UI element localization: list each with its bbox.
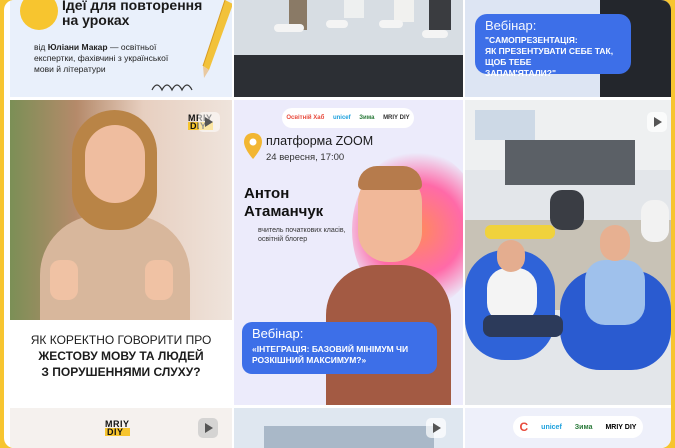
instagram-grid: Ідеї для повторення на уроках від Юліани… [4,0,671,448]
person-hand [50,260,78,300]
person-hair [358,166,422,190]
post-tile-bottom-right[interactable]: C unicef Зима MRIY DIY [465,408,671,448]
partner-logo: Зима [359,115,375,121]
reel-icon[interactable] [426,418,446,438]
partner-logos-bar: C unicef Зима MRIY DIY [513,416,643,438]
partner-logo: Зима [574,423,593,431]
pencil-icon [202,0,232,78]
webinar-title-3: ЗАПАМ'ЯТАЛИ?" [485,68,557,78]
desks [505,140,635,185]
shoe [379,20,403,28]
post-tile-webinar-integration[interactable]: Освітній Хаб unicef Зима MRIY DIY платфо… [234,100,463,405]
shoe [422,30,448,38]
caption-line-1: ЯК КОРЕКТНО ГОВОРИТИ ПРО [30,333,212,347]
webinar-pill: Вебінар: "САМОПРЕЗЕНТАЦІЯ: ЯК ПРЕЗЕНТУВА… [475,14,631,78]
partner-logo: C [519,420,529,434]
author-name: Юліани Макар [47,42,108,52]
caption-line-2: ЖЕСТОВУ МОВУ ТА ЛЮДЕЙ [38,349,204,363]
platform-label: платформа ZOOM [266,134,374,148]
window [475,110,535,140]
webinar-title-2: РОЗКІШНИЙ МАКСИМУМ?» [252,355,367,365]
person-leg [344,0,364,18]
child-jeans [483,315,563,337]
person-leg [394,0,414,22]
webinar-pill: Вебінар: «ІНТЕГРАЦІЯ: БАЗОВИЙ МІНІМУМ ЧИ… [242,322,437,374]
mriy-diy-logo: MRIYDIY [105,419,130,437]
partner-logo: MRIY DIY [605,423,637,431]
post-tile-bottom-center[interactable] [234,408,463,448]
event-date: 24 вересня, 17:00 [266,152,345,163]
webinar-title-1: "САМОПРЕЗЕНТАЦІЯ: [485,35,578,45]
post-title-line2: на уроках [62,12,130,28]
reel-icon[interactable] [647,112,667,132]
reel-icon[interactable] [198,418,218,438]
author-prefix: від [34,42,46,52]
child-face [497,240,525,272]
partner-logo: Освітній Хаб [286,115,325,121]
location-pin-icon [244,133,262,159]
yellow-circle-decoration [20,0,58,30]
author-desc-2: експертки, фахівчині з української [34,53,169,63]
child-jacket [550,190,584,230]
post-tile-group-photo[interactable] [234,0,463,97]
speaker-last-name: Атаманчук [244,203,324,220]
post-tile-sign-language[interactable]: MRIYDIY ЯК КОРЕКТНО ГОВОРИТИ ПРО ЖЕСТОВУ… [10,100,232,405]
author-desc-1: — освітньої [109,42,157,52]
scribble-icon [151,84,193,92]
partner-logo: unicef [332,115,351,121]
person-hand [145,260,173,300]
photo-buildings [264,426,434,448]
webinar-title-2: ЯК ПРЕЗЕНТУВАТИ СЕБЕ ТАК, ЩОБ ТЕБЕ [485,46,614,67]
partner-logo: MRIY DIY [383,115,410,121]
post-tile-webinar-selfpresentation[interactable]: Вебінар: "САМОПРЕЗЕНТАЦІЯ: ЯК ПРЕЗЕНТУВА… [465,0,671,97]
webinar-label: Вебінар: [485,18,537,33]
caption-line-3: З ПОРУШЕННЯМИ СЛУХУ? [41,365,201,379]
author-desc-3: мови й літератури [34,64,106,74]
post-tile-classroom-photo[interactable] [465,100,671,405]
post-tile-ideas[interactable]: Ідеї для повторення на уроках від Юліани… [10,0,232,97]
speaker-role-1: вчитель початкових класів, [258,227,346,234]
partner-logos-bar: Освітній Хаб unicef Зима MRIY DIY [282,108,414,128]
adult-face [600,225,630,261]
shoe [326,20,348,28]
adult-shirt [585,260,645,325]
speaker-first-name: Антон [244,185,290,202]
partner-logo: unicef [541,423,562,431]
post-tile-bottom-left[interactable]: MRIY DIY [10,408,232,448]
person-face [85,125,145,203]
speaker-role-2: освітній блогер [258,236,308,243]
person-leg [429,0,451,30]
reel-icon[interactable] [198,112,220,132]
yellow-cushion [485,225,555,239]
shoe [274,24,304,32]
photo-floor [234,55,463,97]
webinar-label: Вебінар: [252,326,304,341]
child-top [641,200,669,242]
webinar-title-1: «ІНТЕГРАЦІЯ: БАЗОВИЙ МІНІМУМ ЧИ [252,344,409,354]
